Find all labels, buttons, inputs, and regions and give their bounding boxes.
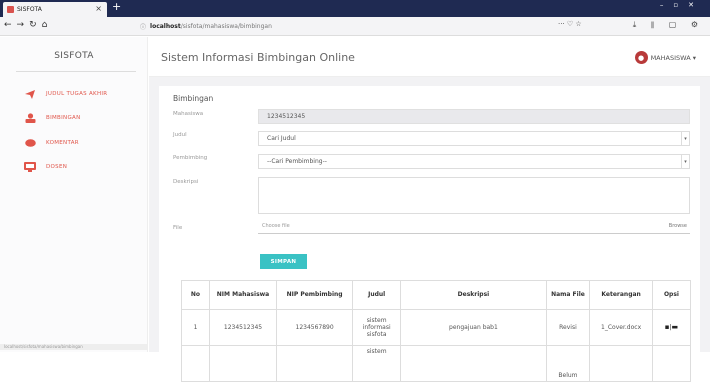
cell-nim: 1234512345 <box>208 309 278 346</box>
brand-title: SISFOTA <box>54 51 94 61</box>
nav-buttons[interactable]: ←→↻⌂ <box>4 20 52 30</box>
brand-divider <box>16 71 136 72</box>
col-deskripsi: Deskripsi <box>400 280 547 310</box>
bookmark-icon[interactable]: ··· ♡ ☆ <box>558 20 582 28</box>
info-icon[interactable]: ⓘ <box>140 22 146 31</box>
sidebar-item-label: BIMBINGAN <box>46 115 81 121</box>
label-mahasiswa: Mahasiswa <box>173 111 204 117</box>
cell-opsi <box>651 345 692 382</box>
sidebar: SISFOTA JUDUL TUGAS AKHIR BIMBINGAN KOME… <box>0 37 148 352</box>
table-row: sistem Belum <box>181 345 692 382</box>
delete-icon[interactable]: ▬ <box>672 323 679 331</box>
label-judul: Judul <box>173 132 187 138</box>
url-path: /sisfota/mahasiswa/bimbingan <box>180 23 272 30</box>
label-deskripsi: Deskripsi <box>173 179 199 185</box>
label-file: File <box>173 225 183 231</box>
user-icon <box>24 113 36 123</box>
cell-nama-file: Belum <box>545 345 591 382</box>
col-opsi: Opsi <box>651 280 692 310</box>
col-keterangan: Keterangan <box>589 280 653 310</box>
card-title: Bimbingan <box>173 94 214 103</box>
main-content: Bimbingan Mahasiswa 1234512345 Judul Car… <box>149 77 710 382</box>
sidebar-item-label: JUDUL TUGAS AKHIR <box>46 91 108 97</box>
page-header: Sistem Informasi Bimbingan Online ● MAHA… <box>149 37 710 77</box>
mahasiswa-value: 1234512345 <box>267 113 306 120</box>
chevron-down-icon: ▾ <box>681 132 689 145</box>
col-nama-file: Nama File <box>545 280 591 310</box>
pembimbing-value: --Cari Pembimbing-- <box>267 158 327 165</box>
cell-no: 1 <box>181 309 210 346</box>
chevron-down-icon: ▾ <box>681 155 689 168</box>
mahasiswa-field: 1234512345 <box>258 109 690 124</box>
cell-deskripsi <box>400 345 547 382</box>
cell-deskripsi: pengajuan bab1 <box>400 309 547 346</box>
cell-opsi: ▪|▬ <box>651 309 692 346</box>
user-menu[interactable]: ● MAHASISWA ▾ <box>634 51 696 64</box>
deskripsi-textarea[interactable] <box>258 177 690 214</box>
cell-no <box>181 345 210 382</box>
cell-keterangan <box>589 345 653 382</box>
comment-icon <box>24 138 36 148</box>
status-url: localhost/sisfota/mahasiswa/bimbingan <box>0 344 148 350</box>
avatar: ● <box>634 51 648 64</box>
col-judul: Judul <box>352 280 402 310</box>
browser-navbar: ←→↻⌂ ⓘ localhost /sisfota/mahasiswa/bimb… <box>0 17 710 36</box>
tab-title: SISFOTA <box>17 6 42 13</box>
cell-nip <box>276 345 354 382</box>
address-bar[interactable]: ⓘ localhost /sisfota/mahasiswa/bimbingan <box>140 20 620 33</box>
browser-titlebar: SISFOTA × + –▫✕ <box>0 0 710 17</box>
col-nim: NIM Mahasiswa <box>208 280 278 310</box>
cell-nim <box>208 345 278 382</box>
page-title: Sistem Informasi Bimbingan Online <box>161 51 355 64</box>
bimbingan-table: No NIM Mahasiswa NIP Pembimbing Judul De… <box>181 280 692 382</box>
table-row: 1 1234512345 1234567890 sistem informasi… <box>181 309 692 346</box>
file-placeholder: Choose file <box>262 223 290 229</box>
sidebar-item-label: KOMENTAR <box>46 140 79 146</box>
favicon-icon <box>7 6 14 13</box>
judul-value: Cari Judul <box>267 135 296 142</box>
col-no: No <box>181 280 210 310</box>
browse-button[interactable]: Browse <box>669 223 687 229</box>
label-pembimbing: Pembimbing <box>173 155 208 161</box>
cell-nama-file: Revisi <box>545 309 591 346</box>
file-input[interactable]: Choose file Browse <box>258 219 690 234</box>
window-controls[interactable]: –▫✕ <box>660 1 704 9</box>
user-name: MAHASISWA <box>650 53 691 62</box>
simpan-button[interactable]: SIMPAN <box>260 254 307 269</box>
sidebar-item-komentar[interactable]: KOMENTAR <box>24 135 79 151</box>
col-nip: NIP Pembimbing <box>276 280 354 310</box>
close-tab-icon[interactable]: × <box>95 4 102 13</box>
pembimbing-select[interactable]: --Cari Pembimbing-- ▾ <box>258 154 690 169</box>
cell-judul: sistem <box>352 345 402 382</box>
sidebar-item-judul[interactable]: JUDUL TUGAS AKHIR <box>24 86 107 102</box>
toolbar-icons[interactable]: ⤓ ⫴ ▢ ⚙ <box>633 20 704 30</box>
judul-select[interactable]: Cari Judul ▾ <box>258 131 690 146</box>
table-header-row: No NIM Mahasiswa NIP Pembimbing Judul De… <box>181 280 692 310</box>
cell-judul: sistem informasi sisfota <box>352 309 402 346</box>
sidebar-item-bimbingan[interactable]: BIMBINGAN <box>24 110 81 126</box>
people-icon <box>24 162 36 172</box>
bimbingan-card: Bimbingan Mahasiswa 1234512345 Judul Car… <box>159 86 700 382</box>
cell-nip: 1234567890 <box>276 309 354 346</box>
chevron-down-icon: ▾ <box>690 53 696 62</box>
sidebar-item-dosen[interactable]: DOSEN <box>24 159 67 175</box>
send-icon <box>24 89 36 99</box>
sidebar-item-label: DOSEN <box>46 164 68 170</box>
cell-keterangan: 1_Cover.docx <box>589 309 653 346</box>
browser-tab[interactable]: SISFOTA × <box>3 2 107 17</box>
new-tab-icon[interactable]: + <box>112 0 121 13</box>
url-host: localhost <box>150 23 181 30</box>
